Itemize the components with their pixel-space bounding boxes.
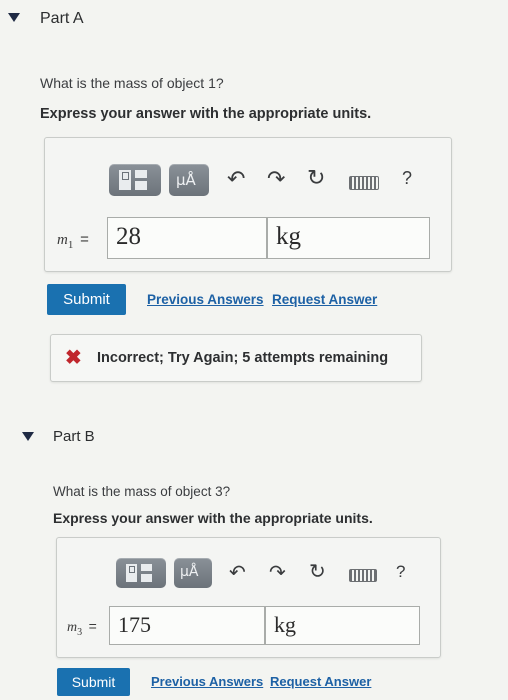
part-a-feedback-box: ✖ Incorrect; Try Again; 5 attempts remai… xyxy=(50,334,422,382)
part-b-answer-box: μÅ ↶ ↷ ↻ ? m3 = 175 kg xyxy=(56,537,441,658)
units-button[interactable]: μÅ xyxy=(174,558,212,588)
part-b-submit-button[interactable]: Submit xyxy=(57,668,130,696)
redo-icon[interactable]: ↷ xyxy=(269,560,286,585)
part-b-request-answer-link[interactable]: Request Answer xyxy=(270,674,371,689)
reset-icon[interactable]: ↻ xyxy=(309,559,326,584)
part-a-request-answer-link[interactable]: Request Answer xyxy=(272,292,377,307)
help-icon[interactable]: ? xyxy=(396,562,405,582)
part-a-question: What is the mass of object 1? xyxy=(40,75,224,91)
part-a-variable-label: m1 = xyxy=(57,231,89,251)
part-a-value-input[interactable]: 28 xyxy=(107,217,267,259)
templates-button[interactable] xyxy=(116,558,166,588)
redo-icon[interactable]: ↷ xyxy=(267,166,285,192)
fraction-template-icon xyxy=(119,170,151,190)
undo-icon[interactable]: ↶ xyxy=(229,560,246,585)
keyboard-icon[interactable] xyxy=(349,176,379,190)
part-a-instruction: Express your answer with the appropriate… xyxy=(40,106,372,122)
units-button[interactable]: μÅ xyxy=(169,164,209,196)
units-label: μÅ xyxy=(176,171,196,189)
templates-button[interactable] xyxy=(109,164,161,196)
feedback-text: Incorrect; Try Again; 5 attempts remaini… xyxy=(97,350,389,366)
part-b-value-input[interactable]: 175 xyxy=(109,606,265,645)
reset-icon[interactable]: ↻ xyxy=(307,165,325,191)
fraction-template-icon xyxy=(126,564,156,582)
collapse-toggle-icon[interactable] xyxy=(22,432,34,441)
part-a-answer-box: μÅ ↶ ↷ ↻ ? m1 = 28 kg xyxy=(44,137,452,272)
part-a-unit-input[interactable]: kg xyxy=(267,217,430,259)
part-b-instruction: Express your answer with the appropriate… xyxy=(53,510,373,526)
keyboard-icon[interactable] xyxy=(349,569,377,582)
part-b-variable-label: m3 = xyxy=(67,618,97,638)
part-a-submit-button[interactable]: Submit xyxy=(47,284,126,315)
units-label: μÅ xyxy=(180,564,199,580)
part-a-title: Part A xyxy=(40,10,84,27)
part-b-unit-input[interactable]: kg xyxy=(265,606,420,645)
x-icon: ✖ xyxy=(65,347,82,369)
undo-icon[interactable]: ↶ xyxy=(227,166,245,192)
collapse-toggle-icon[interactable] xyxy=(8,13,20,22)
part-b-previous-answers-link[interactable]: Previous Answers xyxy=(151,674,263,689)
part-a-previous-answers-link[interactable]: Previous Answers xyxy=(147,292,264,307)
part-b-question: What is the mass of object 3? xyxy=(53,484,231,499)
part-b-title: Part B xyxy=(53,428,95,445)
help-icon[interactable]: ? xyxy=(402,168,412,189)
